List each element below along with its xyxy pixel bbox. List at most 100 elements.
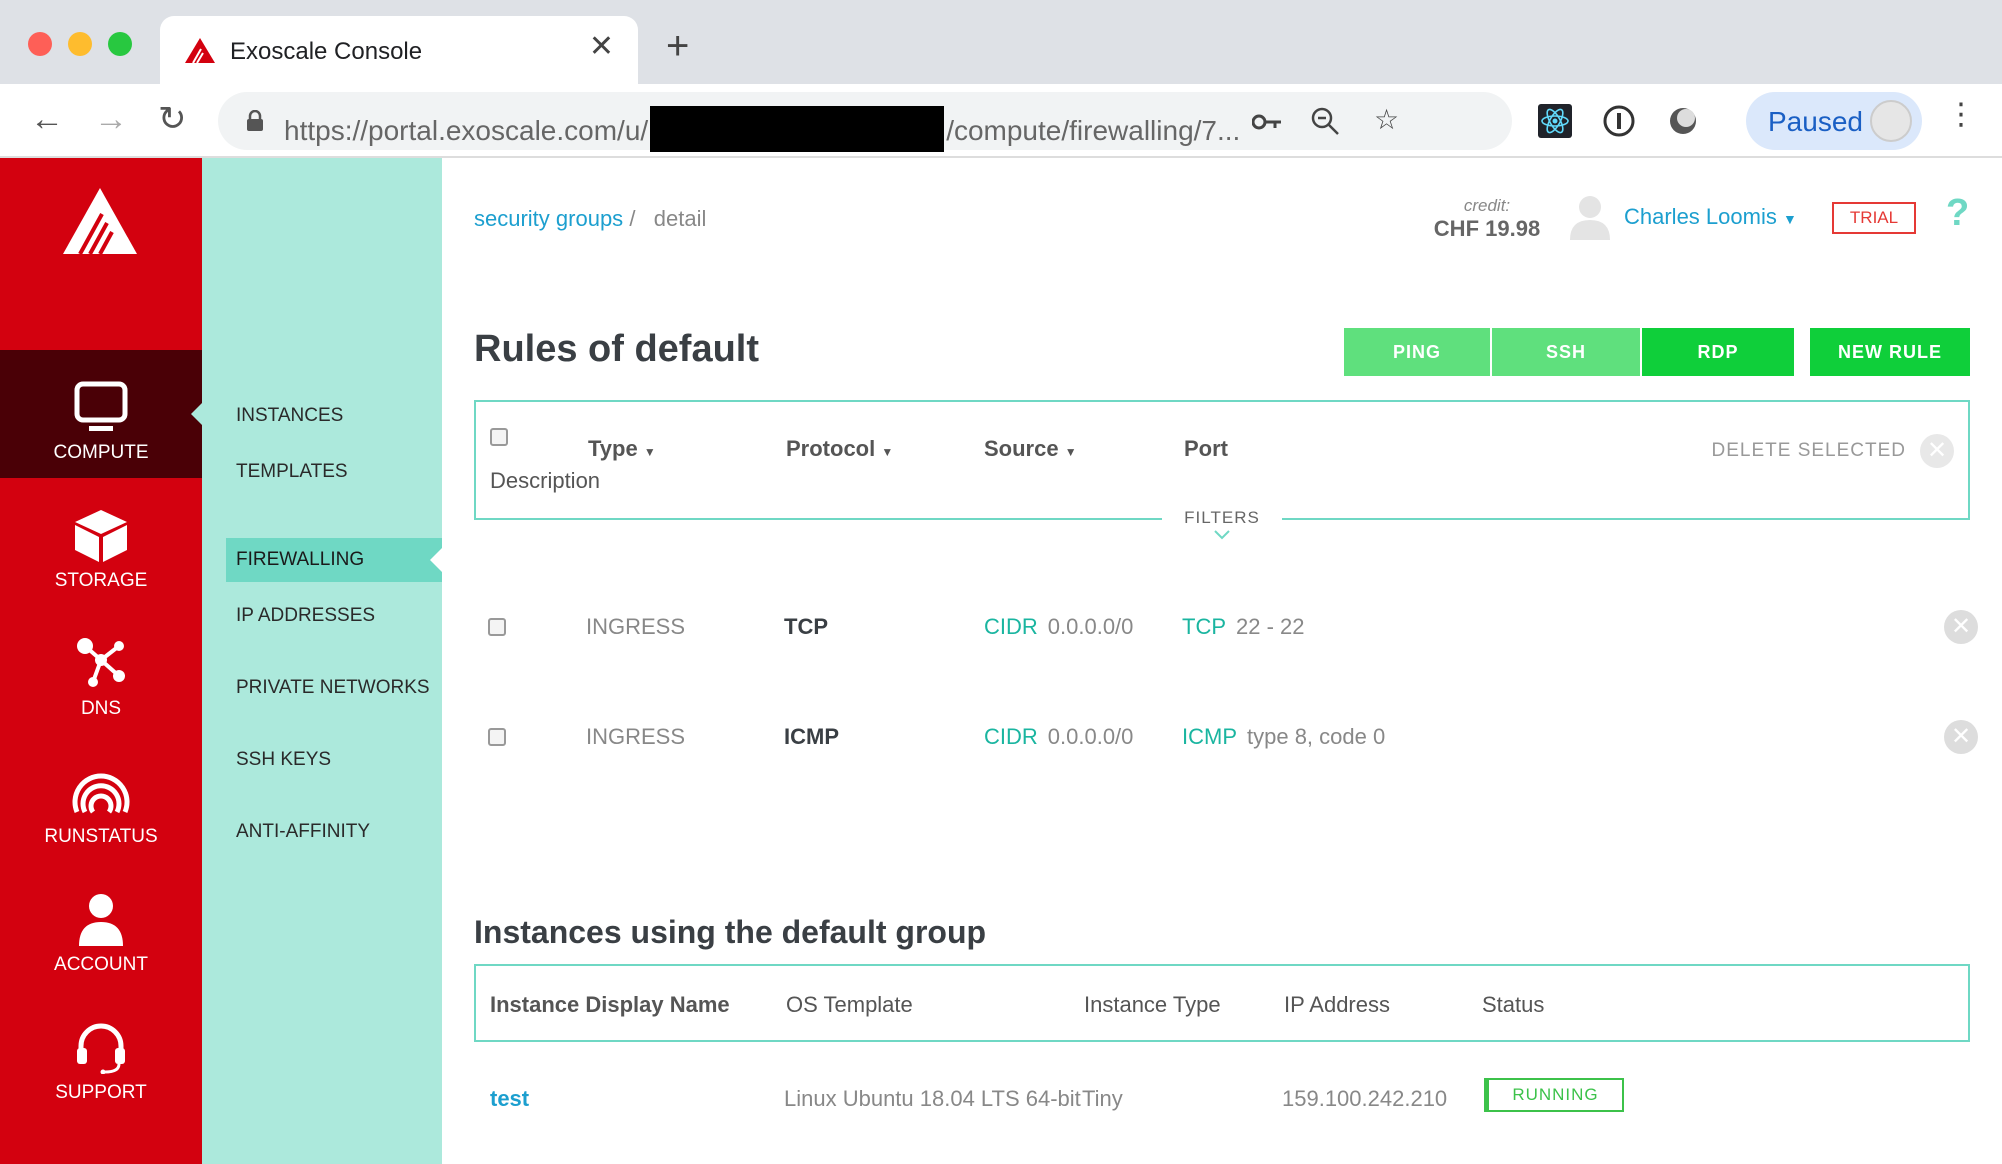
credit-label: credit: xyxy=(1463,196,1511,215)
profile-avatar xyxy=(1870,100,1912,142)
user-icon xyxy=(79,894,123,946)
subnav-item-private-networks[interactable]: PRIVATE NETWORKS xyxy=(226,666,442,710)
reload-icon[interactable]: ↻ xyxy=(158,102,187,136)
maximize-window-button[interactable] xyxy=(108,32,132,56)
status-badge: RUNNING xyxy=(1484,1078,1624,1112)
column-source-sort[interactable]: Source ▼ xyxy=(984,436,1077,462)
extension-orb-icon[interactable] xyxy=(1666,104,1700,138)
rule-source-kind: CIDR xyxy=(984,614,1038,639)
profile-paused-button[interactable]: Paused xyxy=(1746,92,1922,150)
rule-type: INGRESS xyxy=(586,614,686,639)
sidebar-item-label: DNS xyxy=(80,698,122,719)
rule-port-value: type 8, code 0 xyxy=(1247,724,1386,749)
sidebar-item-storage[interactable]: STORAGE xyxy=(0,478,202,606)
subnav-item-instances[interactable]: INSTANCES xyxy=(226,394,442,438)
rule-port: TCP 22 - 22 xyxy=(1182,614,1305,640)
nodes-icon xyxy=(77,638,125,687)
browser-tabstrip: Exoscale Console ✕ + xyxy=(0,0,2002,84)
signal-icon xyxy=(72,773,130,814)
instance-name-link[interactable]: test xyxy=(490,1086,529,1112)
close-tab-icon[interactable]: ✕ xyxy=(589,32,614,62)
help-icon[interactable]: ? xyxy=(1946,192,1969,235)
back-arrow-icon[interactable]: ← xyxy=(30,102,64,136)
active-caret xyxy=(430,548,442,572)
profile-status-label: Paused xyxy=(1768,106,1863,137)
delete-selected-icon[interactable]: ✕ xyxy=(1920,434,1954,468)
rdp-button[interactable]: RDP xyxy=(1642,328,1794,376)
new-rule-button[interactable]: NEW RULE xyxy=(1810,328,1970,376)
address-bar[interactable]: https://portal.exoscale.com/u/ /compute/f… xyxy=(218,92,1512,152)
sidebar-item-label: SUPPORT xyxy=(55,1082,147,1103)
react-devtools-icon[interactable] xyxy=(1538,104,1572,138)
column-type-label: Type xyxy=(588,436,638,461)
trial-badge: TRIAL xyxy=(1832,202,1916,234)
forward-arrow-icon[interactable]: → xyxy=(94,102,128,136)
sidebar-item-support[interactable]: SUPPORT xyxy=(0,990,202,1118)
subnav-item-ssh-keys[interactable]: SSH KEYS xyxy=(226,738,442,782)
column-type-sort[interactable]: Type ▼ xyxy=(588,436,656,462)
subnav-item-anti-affinity[interactable]: ANTI-AFFINITY xyxy=(226,810,442,854)
breadcrumb-current: detail xyxy=(653,206,707,231)
cube-icon xyxy=(75,510,127,562)
instance-type: Tiny xyxy=(1082,1086,1123,1111)
key-icon[interactable] xyxy=(1252,114,1282,130)
close-window-button[interactable] xyxy=(28,32,52,56)
sidebar-item-account[interactable]: ACCOUNT xyxy=(0,862,202,990)
sidebar-item-label: STORAGE xyxy=(54,570,148,591)
exoscale-logo[interactable] xyxy=(62,186,138,256)
breadcrumb: security groups / detail xyxy=(474,206,706,232)
bookmark-star-icon[interactable]: ☆ xyxy=(1374,106,1399,134)
primary-sidebar: COMPUTE STORAGE DNS RUNSTATUS ACCOUNT SU… xyxy=(0,158,203,1164)
subnav-item-firewalling[interactable]: FIREWALLING xyxy=(226,538,442,582)
headset-icon xyxy=(77,1023,125,1074)
rule-row: INGRESS ICMP CIDR 0.0.0.0/0 ICMP type 8, c… xyxy=(474,708,1978,768)
rule-source: CIDR 0.0.0.0/0 xyxy=(984,614,1133,640)
sort-caret-icon: ▼ xyxy=(881,445,894,459)
delete-rule-icon[interactable]: ✕ xyxy=(1944,610,1978,644)
ssh-button[interactable]: SSH xyxy=(1492,328,1642,376)
delete-rule-icon[interactable]: ✕ xyxy=(1944,720,1978,754)
subnav-item-templates[interactable]: TEMPLATES xyxy=(226,450,442,494)
subnav-item-ip-addresses[interactable]: IP ADDRESSES xyxy=(226,594,442,638)
column-os-template: OS Template xyxy=(786,992,913,1017)
row-checkbox[interactable] xyxy=(488,728,506,746)
browser-tab[interactable]: Exoscale Console ✕ xyxy=(160,16,638,84)
rules-table-header: Type ▼ Protocol ▼ Source ▼ Port DELETE S… xyxy=(474,400,1970,520)
table-row: test Linux Ubuntu 18.04 LTS 64-bit Tiny … xyxy=(474,1070,1970,1130)
delete-selected-button[interactable]: DELETE SELECTED xyxy=(1712,440,1907,462)
column-ip-address: IP Address xyxy=(1284,992,1390,1017)
column-port-label: Port xyxy=(1184,436,1228,461)
url-redaction xyxy=(650,106,945,152)
row-checkbox[interactable] xyxy=(488,618,506,636)
user-menu[interactable]: Charles Loomis ▼ xyxy=(1624,204,1797,230)
sidebar-item-compute[interactable]: COMPUTE xyxy=(0,350,203,478)
new-tab-icon[interactable]: + xyxy=(666,26,689,66)
column-instance-name: Instance Display Name xyxy=(490,992,730,1017)
rule-port: ICMP type 8, code 0 xyxy=(1182,724,1385,750)
rule-source-value: 0.0.0.0/0 xyxy=(1047,614,1134,639)
rule-port-kind: ICMP xyxy=(1182,724,1237,749)
rule-port-kind: TCP xyxy=(1182,614,1226,639)
select-all-checkbox[interactable] xyxy=(490,428,508,446)
instances-table-header: Instance Display Name OS Template Instan… xyxy=(474,964,1970,1042)
zoom-out-icon[interactable] xyxy=(1310,106,1340,136)
user-name: Charles Loomis xyxy=(1624,204,1777,229)
sort-caret-icon: ▼ xyxy=(1064,445,1077,459)
column-description-label: Description xyxy=(490,468,601,493)
column-protocol-sort[interactable]: Protocol ▼ xyxy=(786,436,893,462)
column-instance-type: Instance Type xyxy=(1084,992,1221,1017)
url-text: https://portal.exoscale.com/u/ /compute/f… xyxy=(284,106,1240,152)
browser-menu-icon[interactable]: ⋮ xyxy=(1946,100,1976,130)
minimize-window-button[interactable] xyxy=(68,32,92,56)
ping-button[interactable]: PING xyxy=(1344,328,1492,376)
sidebar-item-dns[interactable]: DNS xyxy=(0,606,202,734)
column-source-label: Source xyxy=(984,436,1059,461)
sidebar-item-runstatus[interactable]: RUNSTATUS xyxy=(0,734,202,862)
main-content: security groups / detail credit: CHF 19.… xyxy=(442,158,2002,1164)
exoscale-favicon-icon xyxy=(185,38,215,64)
breadcrumb-security-groups-link[interactable]: security groups xyxy=(474,206,623,231)
credit-display: credit: CHF 19.98 xyxy=(1422,196,1552,242)
user-avatar-icon xyxy=(1570,196,1610,240)
password-manager-icon[interactable] xyxy=(1602,104,1636,138)
chevron-down-icon[interactable] xyxy=(1214,530,1230,540)
